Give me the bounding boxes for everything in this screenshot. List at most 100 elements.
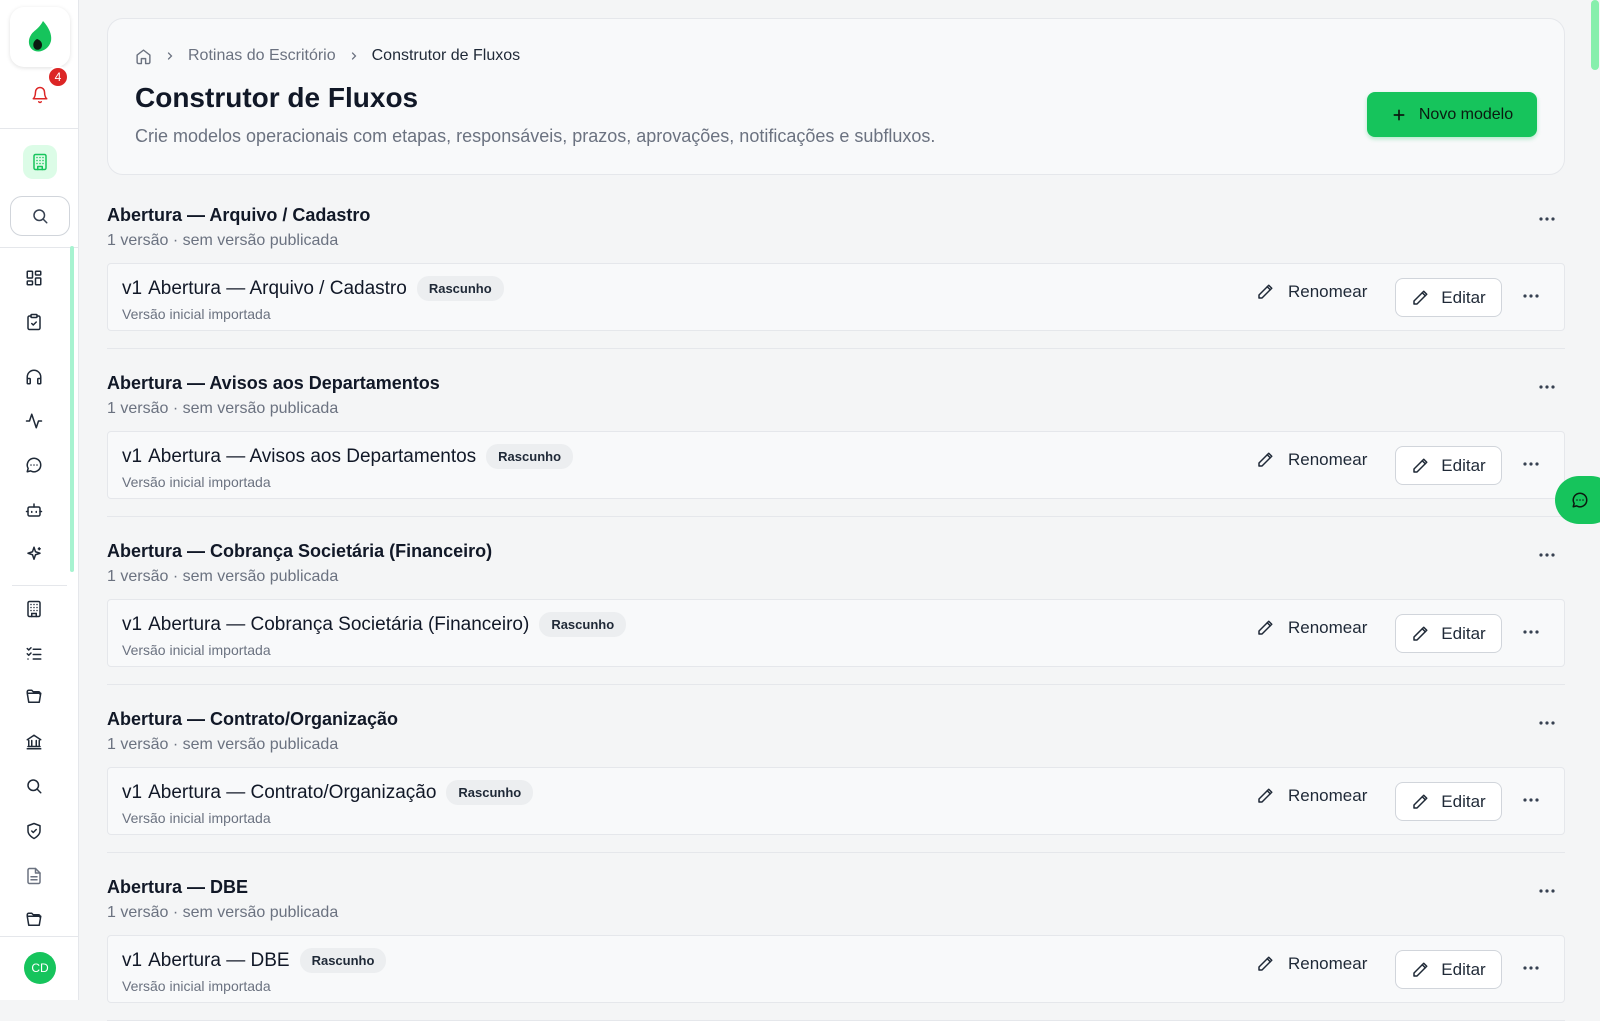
rename-button[interactable]: Renomear [1256, 786, 1367, 806]
version-note: Versão inicial importada [122, 642, 271, 658]
edit-button[interactable]: Editar [1395, 782, 1502, 821]
bell-icon[interactable] [29, 84, 51, 106]
group-title: Abertura — DBE [107, 877, 249, 897]
pencil-icon [1411, 457, 1429, 475]
rename-label: Renomear [1288, 282, 1368, 301]
version-label: v1 Abertura — Arquivo / Cadastro Rascunh… [122, 276, 504, 301]
edit-button[interactable]: Editar [1395, 278, 1502, 317]
sparkles-icon[interactable] [22, 542, 46, 566]
group-title: Abertura — Avisos aos Departamentos [107, 373, 440, 393]
chevron-right-icon [348, 50, 360, 62]
rename-button[interactable]: Renomear [1256, 618, 1367, 638]
home-icon[interactable] [135, 48, 152, 65]
edit-label: Editar [1441, 287, 1486, 307]
edit-button[interactable]: Editar [1395, 950, 1502, 989]
chat-fab-button[interactable] [1555, 476, 1600, 524]
version-more-button[interactable] [1516, 452, 1546, 476]
sidebar: 4 CD [0, 0, 79, 1000]
chat-icon [1571, 491, 1589, 509]
rename-button[interactable]: Renomear [1256, 450, 1367, 470]
folder-open-icon[interactable] [22, 908, 46, 932]
divider [107, 348, 1565, 349]
version-name: Abertura — Cobrança Societária (Financei… [148, 613, 530, 635]
bank-icon[interactable] [22, 730, 46, 754]
pencil-icon [1256, 283, 1274, 301]
group-more-button[interactable] [1529, 711, 1565, 735]
new-model-button[interactable]: Novo modelo [1367, 92, 1537, 137]
group-more-button[interactable] [1529, 375, 1565, 399]
divider [107, 516, 1565, 517]
breadcrumb-link[interactable]: Rotinas do Escritório [188, 47, 336, 65]
rename-label: Renomear [1288, 450, 1368, 469]
list-check-icon[interactable] [22, 641, 46, 665]
status-badge: Rascunho [416, 276, 504, 301]
edit-button[interactable]: Editar [1395, 446, 1502, 485]
version-more-button[interactable] [1516, 788, 1546, 812]
rename-label: Renomear [1288, 618, 1368, 637]
dashboard-icon[interactable] [22, 266, 46, 290]
rename-button[interactable]: Renomear [1256, 282, 1367, 302]
version-card[interactable]: v1 Abertura — Avisos aos Departamentos R… [107, 431, 1565, 499]
rename-button[interactable]: Renomear [1256, 954, 1367, 974]
search-button[interactable] [10, 196, 70, 236]
status-badge: Rascunho [446, 780, 534, 805]
version-note: Versão inicial importada [122, 810, 271, 826]
group-more-button[interactable] [1529, 543, 1565, 567]
divider [107, 852, 1565, 853]
avatar[interactable]: CD [24, 952, 56, 984]
shield-check-icon[interactable] [22, 819, 46, 843]
group-more-button[interactable] [1529, 879, 1565, 903]
page-title: Construtor de Fluxos [135, 82, 419, 113]
version-more-button[interactable] [1516, 284, 1546, 308]
clipboard-check-icon[interactable] [22, 310, 46, 334]
document-icon[interactable] [22, 864, 46, 888]
search-icon[interactable] [22, 774, 46, 798]
status-badge: Rascunho [299, 948, 387, 973]
group-meta: 1 versão · sem versão publicada [107, 400, 339, 417]
group-title: Abertura — Cobrança Societária (Financei… [107, 541, 493, 561]
version-name: Abertura — Arquivo / Cadastro [148, 277, 407, 299]
version-card[interactable]: v1 Abertura — Arquivo / Cadastro Rascunh… [107, 263, 1565, 331]
page-subtitle: Crie modelos operacionais com etapas, re… [135, 126, 936, 146]
pencil-icon [1256, 619, 1274, 637]
group-meta: 1 versão · sem versão publicada [107, 232, 339, 249]
version-name: Abertura — DBE [148, 949, 290, 971]
version-name: Abertura — Contrato/Organização [148, 781, 437, 803]
group-meta: 1 versão · sem versão publicada [107, 736, 339, 753]
version-label: v1 Abertura — Contrato/Organização Rascu… [122, 780, 534, 805]
divider [107, 684, 1565, 685]
breadcrumb-current: Construtor de Fluxos [371, 47, 521, 64]
bot-icon[interactable] [22, 498, 46, 522]
rename-label: Renomear [1288, 954, 1368, 973]
activity-icon[interactable] [22, 409, 46, 433]
chat-icon[interactable] [22, 453, 46, 477]
building-icon[interactable] [23, 145, 57, 179]
version-card[interactable]: v1 Abertura — DBE Rascunho Versão inicia… [107, 935, 1565, 1003]
page-header: Rotinas do Escritório Construtor de Flux… [107, 18, 1565, 175]
building-icon[interactable] [22, 597, 46, 621]
pencil-icon [1256, 451, 1274, 469]
version-number: v1 [122, 613, 143, 635]
group-title: Abertura — Contrato/Organização [107, 709, 399, 729]
version-name: Abertura — Avisos aos Departamentos [148, 445, 477, 467]
edit-button[interactable]: Editar [1395, 614, 1502, 653]
group-meta: 1 versão · sem versão publicada [107, 568, 339, 585]
version-card[interactable]: v1 Abertura — Cobrança Societária (Finan… [107, 599, 1565, 667]
folder-open-icon[interactable] [22, 685, 46, 709]
version-label: v1 Abertura — DBE Rascunho [122, 948, 387, 973]
edit-label: Editar [1441, 959, 1486, 979]
divider [12, 585, 67, 586]
logo-icon[interactable] [10, 7, 70, 67]
version-more-button[interactable] [1516, 620, 1546, 644]
sidebar-scrollbar[interactable] [70, 246, 74, 572]
divider [0, 936, 79, 937]
new-model-label: Novo modelo [1418, 105, 1514, 123]
version-number: v1 [122, 949, 143, 971]
notification-badge: 4 [47, 66, 69, 88]
version-number: v1 [122, 781, 143, 803]
version-card[interactable]: v1 Abertura — Contrato/Organização Rascu… [107, 767, 1565, 835]
page-scrollbar[interactable] [1591, 0, 1599, 70]
version-more-button[interactable] [1516, 956, 1546, 980]
group-more-button[interactable] [1529, 207, 1565, 231]
headphones-icon[interactable] [22, 365, 46, 389]
